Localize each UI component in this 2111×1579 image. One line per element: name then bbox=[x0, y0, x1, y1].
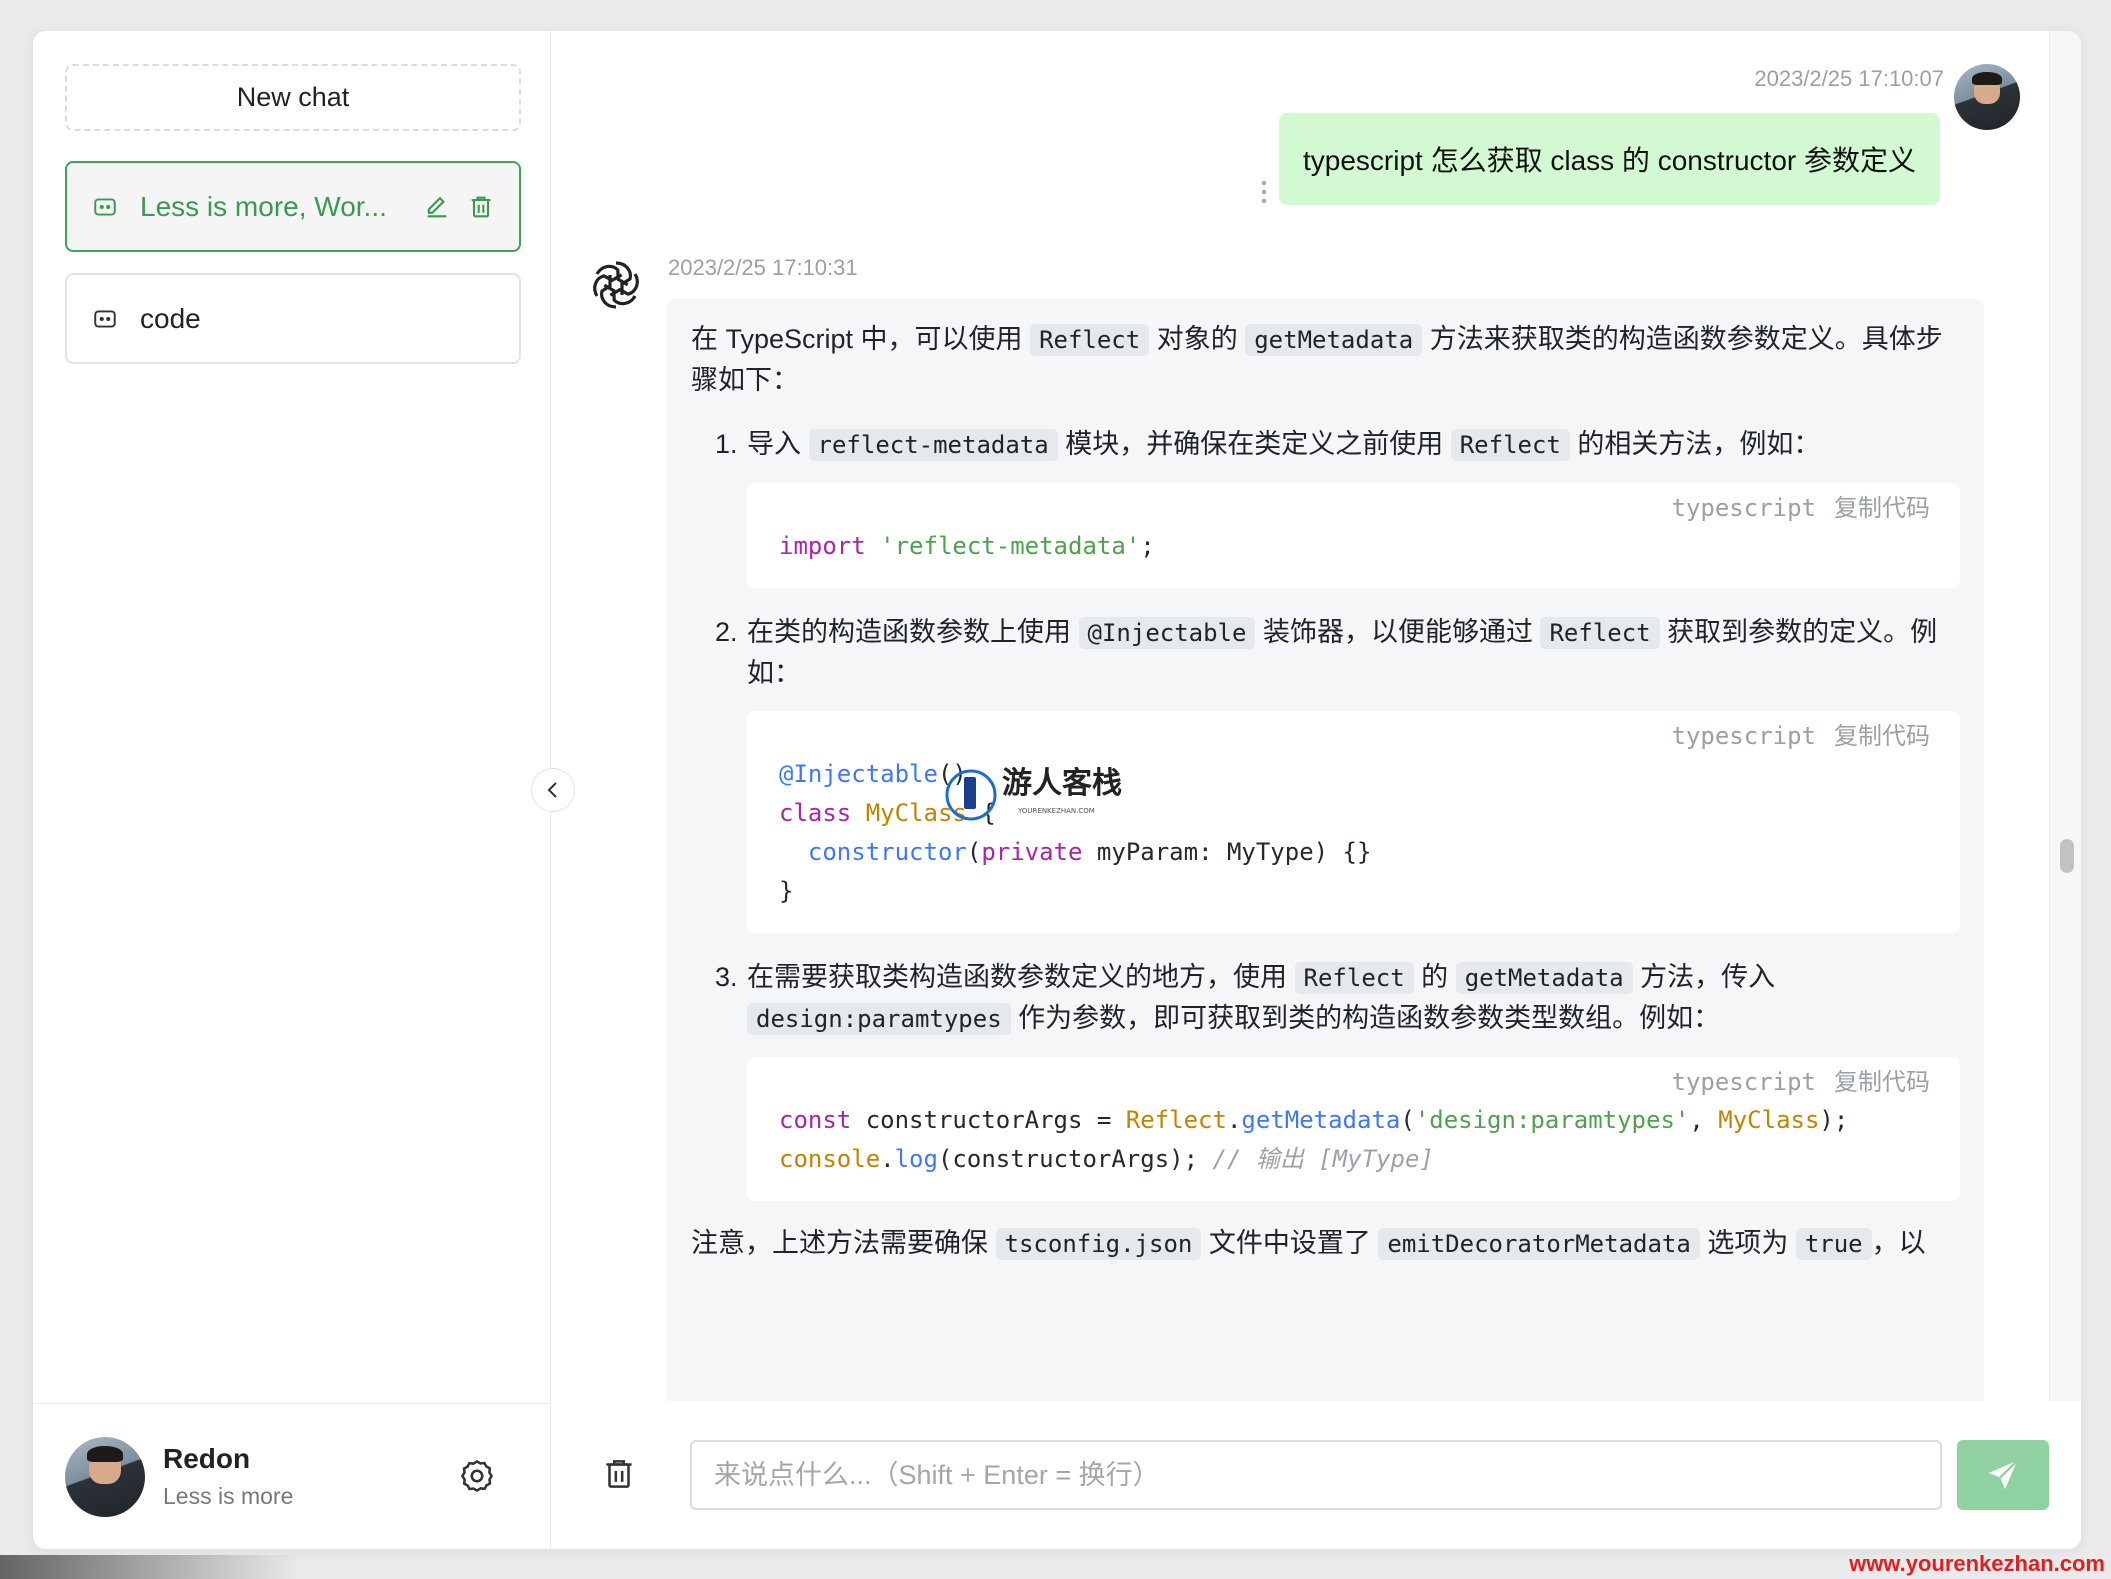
code-block: typescript 复制代码 import 'reflect-metadata'; bbox=[747, 483, 1960, 588]
sidebar: New chat Less is more, Wor... code Redon… bbox=[33, 31, 551, 1549]
code-language: typescript bbox=[1671, 722, 1817, 750]
user-avatar bbox=[1954, 64, 2020, 130]
scrollbar-thumb[interactable] bbox=[2060, 839, 2074, 873]
step-3: 3. 在需要获取类构造函数参数定义的地方，使用 Reflect 的 getMeta… bbox=[715, 962, 1776, 1035]
copy-code-button[interactable]: 复制代码 bbox=[1834, 1063, 1930, 1102]
chat-main: 2023/2/25 17:10:07 typescript 怎么获取 class… bbox=[552, 31, 2081, 1549]
chat-app: New chat Less is more, Wor... code Redon… bbox=[32, 30, 2082, 1550]
history-item-label: Less is more, Wor... bbox=[140, 190, 387, 222]
send-icon bbox=[1988, 1460, 2018, 1490]
watermark-title: 游人客栈 bbox=[1002, 766, 1122, 801]
history-item-active[interactable]: Less is more, Wor... bbox=[65, 161, 521, 252]
clear-chat-trash-icon[interactable] bbox=[600, 1455, 640, 1495]
message-input[interactable] bbox=[690, 1440, 1942, 1510]
openai-logo-icon bbox=[586, 255, 646, 315]
chevron-left-icon bbox=[547, 782, 557, 798]
more-options-icon[interactable] bbox=[1260, 179, 1268, 205]
watermark-logo: 游人客栈 YOURENKEZHAN.COM bbox=[944, 765, 1144, 825]
step-1: 1. 导入 reflect-metadata 模块，并确保在类定义之前使用 Ref… bbox=[715, 429, 1821, 461]
copy-code-button[interactable]: 复制代码 bbox=[1834, 717, 1930, 756]
edit-icon[interactable] bbox=[423, 193, 451, 221]
answer-intro: 在 TypeScript 中，可以使用 Reflect 对象的 getMetad… bbox=[691, 324, 1943, 395]
user-name: Redon bbox=[163, 1443, 251, 1474]
avatar bbox=[65, 1436, 145, 1517]
composer bbox=[552, 1401, 2081, 1549]
message-timestamp: 2023/2/25 17:10:07 bbox=[1754, 66, 1944, 91]
code-language: typescript bbox=[1671, 494, 1817, 522]
scrollbar[interactable] bbox=[2049, 31, 2081, 1403]
chat-bubble-icon bbox=[92, 306, 118, 332]
history-item-label: code bbox=[140, 302, 201, 334]
settings-gear-icon[interactable] bbox=[458, 1457, 498, 1497]
user-subtitle: Less is more bbox=[163, 1483, 294, 1509]
new-chat-button[interactable]: New chat bbox=[65, 64, 521, 131]
user-message-bubble: typescript 怎么获取 class 的 constructor 参数定义 bbox=[1278, 113, 1940, 205]
code-block: typescript 复制代码 @Injectable() class MyClas… bbox=[747, 711, 1960, 933]
chat-bubble-icon bbox=[92, 194, 118, 220]
message-list: 2023/2/25 17:10:07 typescript 怎么获取 class… bbox=[552, 31, 2049, 1403]
watermark-subtitle: YOURENKEZHAN.COM bbox=[1017, 807, 1095, 815]
answer-note: 注意，上述方法需要确保 tsconfig.json 文件中设置了 emitDec… bbox=[691, 1228, 1926, 1260]
step-2: 2. 在类的构造函数参数上使用 @Injectable 装饰器，以便能够通过 Re… bbox=[715, 617, 1938, 688]
code-language: typescript bbox=[1671, 1068, 1817, 1096]
send-button[interactable] bbox=[1957, 1440, 2049, 1510]
copy-code-button[interactable]: 复制代码 bbox=[1834, 489, 1930, 528]
window-shadow bbox=[0, 1555, 300, 1579]
code-block: typescript 复制代码 const constructorArgs = Re… bbox=[747, 1057, 1960, 1201]
assistant-message-bubble: 在 TypeScript 中，可以使用 Reflect 对象的 getMetad… bbox=[667, 299, 1984, 1403]
user-panel: Redon Less is more bbox=[33, 1403, 550, 1549]
site-watermark-url: www.yourenkezhan.com bbox=[1849, 1551, 2105, 1576]
collapse-sidebar-button[interactable] bbox=[531, 768, 575, 812]
message-timestamp: 2023/2/25 17:10:31 bbox=[668, 255, 858, 280]
history-item[interactable]: code bbox=[65, 273, 521, 364]
delete-icon[interactable] bbox=[467, 193, 495, 221]
